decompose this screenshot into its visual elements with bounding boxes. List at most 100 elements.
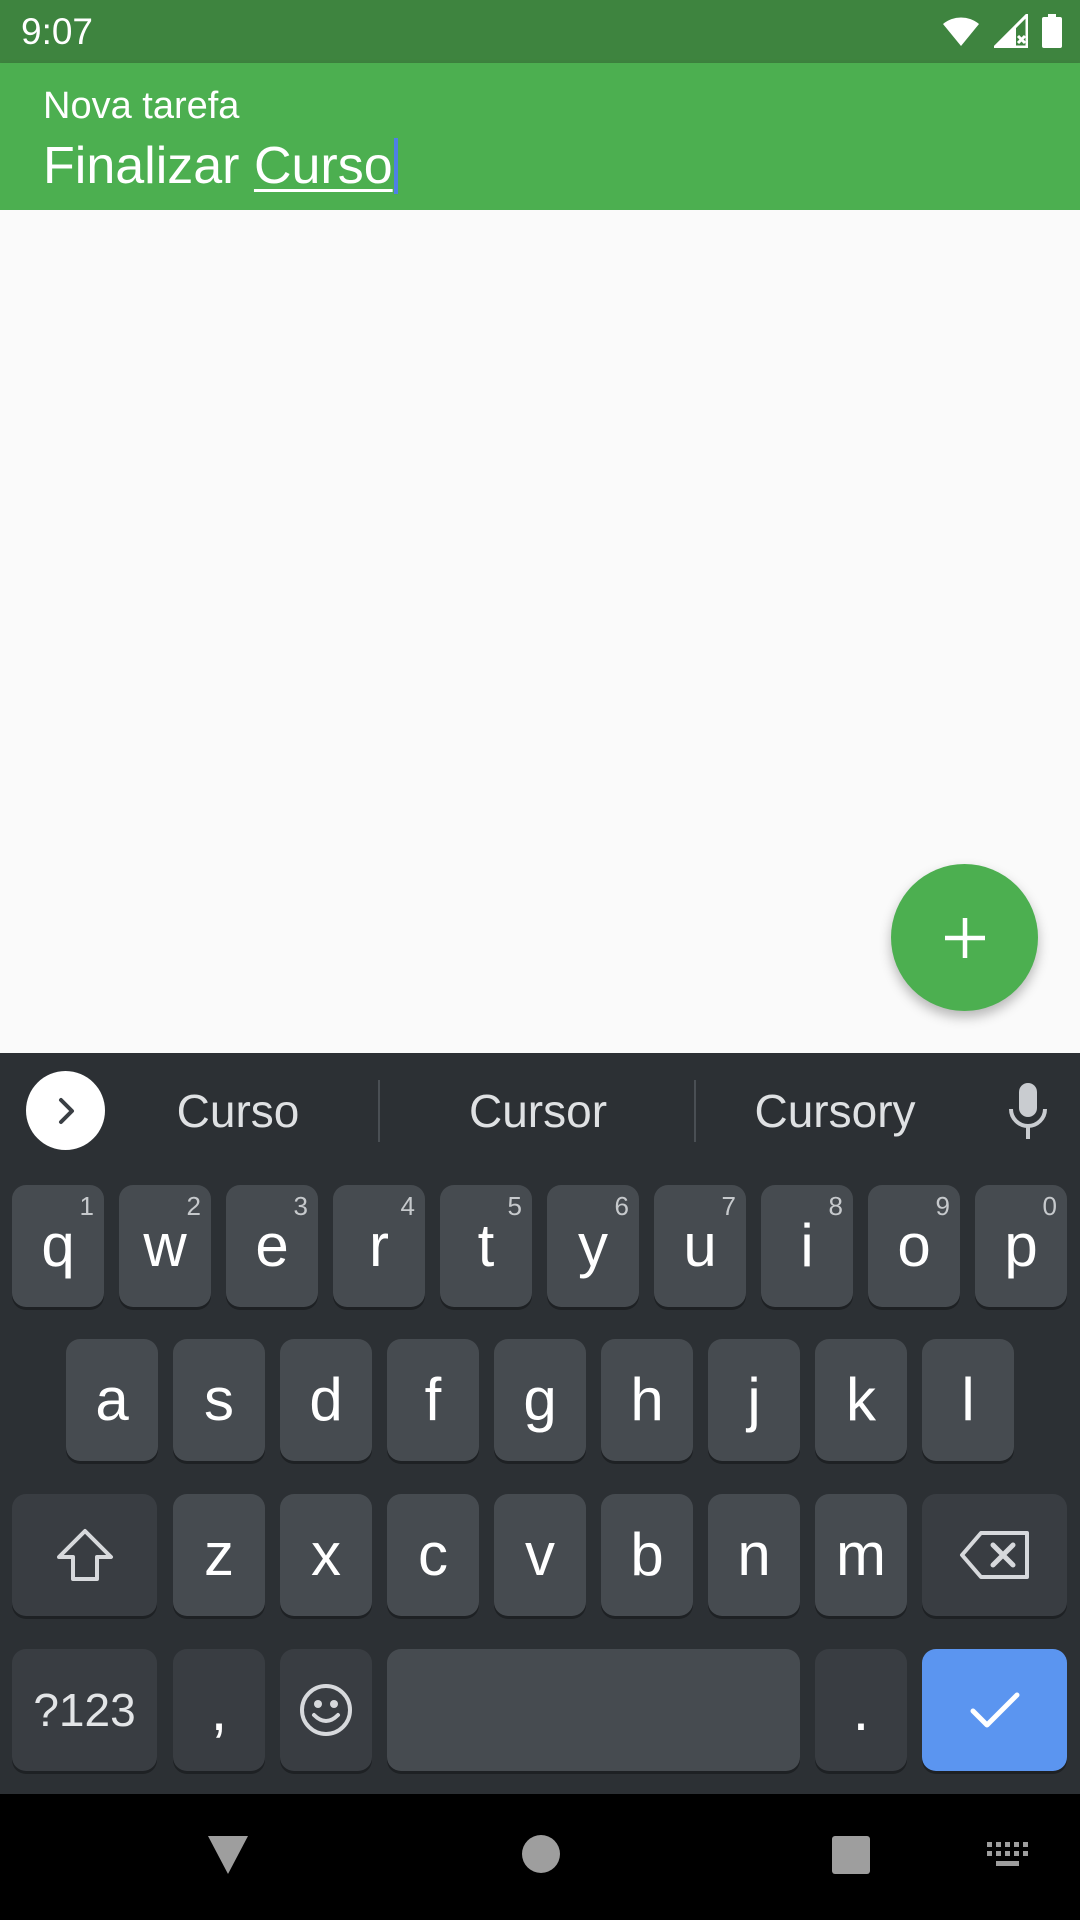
key-label: , — [210, 1676, 228, 1743]
check-icon — [970, 1692, 1019, 1728]
status-time: 9:07 — [21, 11, 94, 52]
status-icons — [942, 12, 1062, 50]
suggestion-2[interactable]: Cursor — [408, 1081, 668, 1141]
key-n[interactable]: n — [708, 1494, 800, 1616]
key-hint: 3 — [293, 1191, 308, 1221]
done-key[interactable] — [922, 1649, 1067, 1771]
key-o[interactable]: 9o — [868, 1185, 960, 1307]
symbols-key[interactable]: ?123 — [12, 1649, 157, 1771]
key-x[interactable]: x — [280, 1494, 372, 1616]
key-label: d — [309, 1366, 343, 1433]
key-m[interactable]: m — [815, 1494, 907, 1616]
emoji-key[interactable] — [280, 1649, 372, 1771]
key-s[interactable]: s — [173, 1339, 265, 1461]
space-key[interactable] — [387, 1649, 800, 1771]
key-u[interactable]: 7u — [654, 1185, 746, 1307]
key-label: . — [852, 1676, 870, 1743]
navigation-bar — [0, 1794, 1080, 1920]
key-label: i — [800, 1212, 814, 1279]
key-label: l — [961, 1366, 975, 1433]
key-label: o — [897, 1212, 931, 1279]
key-hint: 1 — [79, 1191, 94, 1221]
key-label: h — [630, 1366, 664, 1433]
key-v[interactable]: v — [494, 1494, 586, 1616]
keyboard: Curso Cursor Cursory 1q 2w 3e 4r 5t 6y 7… — [0, 1053, 1080, 1794]
key-label: b — [630, 1521, 664, 1588]
shift-key[interactable] — [12, 1494, 157, 1616]
key-label: f — [424, 1366, 442, 1433]
key-hint: 5 — [507, 1191, 522, 1221]
suggestion-strip: Curso Cursor Cursory — [0, 1053, 1080, 1168]
period-key[interactable]: . — [815, 1649, 907, 1771]
key-t[interactable]: 5t — [440, 1185, 532, 1307]
key-label: r — [369, 1212, 389, 1279]
comma-key[interactable]: , — [173, 1649, 265, 1771]
key-label: t — [477, 1212, 495, 1279]
status-bar: 9:07 — [0, 0, 1080, 63]
suggestion-divider — [378, 1080, 380, 1142]
task-input-composing-text: Curso — [253, 137, 393, 195]
key-i[interactable]: 8i — [761, 1185, 853, 1307]
key-hint: 4 — [400, 1191, 415, 1221]
microphone-icon[interactable] — [1003, 1081, 1053, 1141]
key-p[interactable]: 0p — [975, 1185, 1067, 1307]
key-hint: 2 — [186, 1191, 201, 1221]
key-l[interactable]: l — [922, 1339, 1014, 1461]
key-w[interactable]: 2w — [119, 1185, 211, 1307]
key-b[interactable]: b — [601, 1494, 693, 1616]
key-k[interactable]: k — [815, 1339, 907, 1461]
key-c[interactable]: c — [387, 1494, 479, 1616]
key-label: n — [737, 1521, 771, 1588]
home-icon[interactable] — [521, 1834, 561, 1874]
key-h[interactable]: h — [601, 1339, 693, 1461]
backspace-key[interactable] — [922, 1494, 1067, 1616]
suggestion-3[interactable]: Cursory — [720, 1081, 950, 1141]
key-label: q — [41, 1212, 75, 1279]
key-label: c — [418, 1521, 448, 1588]
key-label: k — [846, 1366, 876, 1433]
add-icon — [944, 917, 985, 958]
key-label: m — [836, 1521, 886, 1588]
shift-icon — [56, 1529, 113, 1581]
signal-icon — [994, 14, 1028, 48]
text-cursor — [393, 138, 398, 194]
key-label: z — [204, 1521, 234, 1588]
keyboard-switch-icon[interactable] — [987, 1842, 1029, 1870]
task-field-label: Nova tarefa — [43, 85, 240, 127]
key-hint: 9 — [935, 1191, 950, 1221]
key-label: p — [1004, 1212, 1038, 1279]
key-q[interactable]: 1q — [12, 1185, 104, 1307]
key-label: a — [95, 1366, 129, 1433]
key-f[interactable]: f — [387, 1339, 479, 1461]
key-j[interactable]: j — [708, 1339, 800, 1461]
keyboard-menu-button[interactable] — [26, 1071, 105, 1150]
key-label: v — [525, 1521, 555, 1588]
key-z[interactable]: z — [173, 1494, 265, 1616]
key-hint: 7 — [721, 1191, 736, 1221]
key-label: s — [204, 1366, 234, 1433]
key-hint: 8 — [828, 1191, 843, 1221]
suggestion-divider — [694, 1080, 696, 1142]
key-y[interactable]: 6y — [547, 1185, 639, 1307]
back-icon[interactable] — [206, 1834, 250, 1876]
backspace-icon — [959, 1531, 1029, 1579]
key-d[interactable]: d — [280, 1339, 372, 1461]
app-bar: Nova tarefa Finalizar Curso — [0, 63, 1080, 210]
task-input[interactable]: Finalizar Curso — [43, 133, 398, 199]
key-g[interactable]: g — [494, 1339, 586, 1461]
suggestion-1[interactable]: Curso — [128, 1081, 348, 1141]
recents-icon[interactable] — [832, 1836, 870, 1874]
chevron-right-icon — [58, 1097, 74, 1124]
key-label: e — [255, 1212, 289, 1279]
key-r[interactable]: 4r — [333, 1185, 425, 1307]
key-hint: 0 — [1042, 1191, 1057, 1221]
battery-icon — [1042, 14, 1062, 48]
task-input-text: Finalizar — [43, 137, 254, 195]
wifi-icon — [943, 17, 979, 46]
key-e[interactable]: 3e — [226, 1185, 318, 1307]
key-label: j — [747, 1366, 761, 1433]
add-task-button[interactable] — [891, 864, 1038, 1011]
key-label: ?123 — [33, 1684, 136, 1736]
key-a[interactable]: a — [66, 1339, 158, 1461]
key-hint: 6 — [614, 1191, 629, 1221]
